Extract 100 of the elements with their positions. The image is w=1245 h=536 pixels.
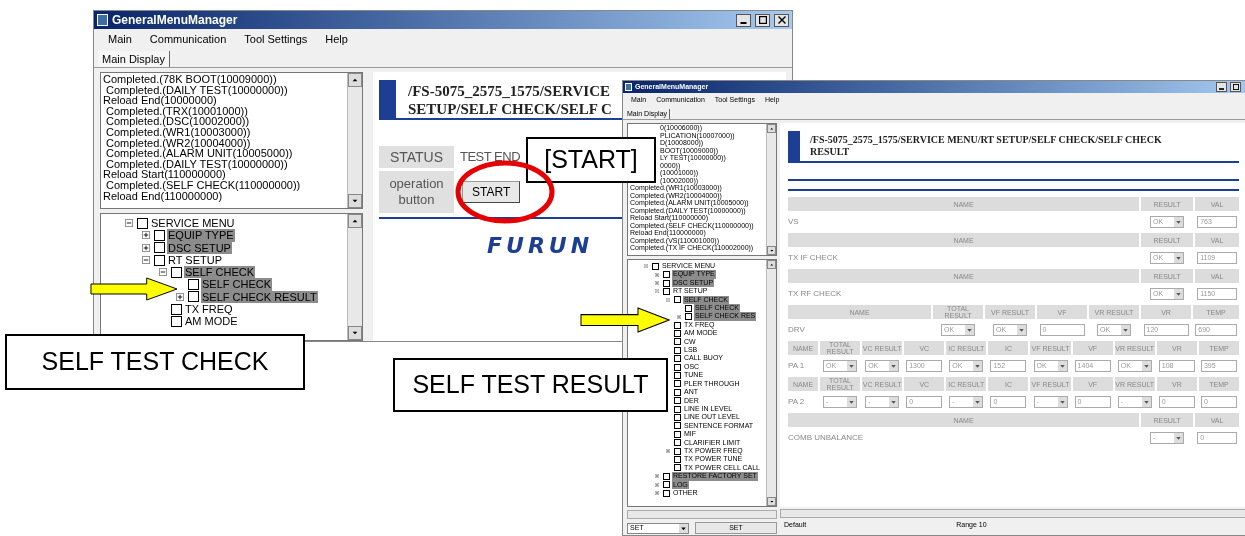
checkbox[interactable] [188,279,199,291]
checkbox[interactable] [663,287,670,295]
checkbox[interactable] [674,372,681,379]
minimize-button[interactable] [1216,82,1227,92]
log-line: Completed.(ALARM UNIT(10005000)) [105,148,293,159]
checkbox[interactable] [663,271,670,279]
minimize-button[interactable] [736,13,751,27]
checkbox[interactable] [663,481,670,489]
menu-item[interactable]: Main [108,31,132,48]
checkbox[interactable] [674,439,681,447]
expand-icon[interactable] [142,231,150,240]
checkbox[interactable] [663,489,670,497]
checkbox[interactable] [154,242,165,254]
expand-icon[interactable] [142,243,150,252]
dropdown-icon [1174,217,1183,227]
menu-item[interactable]: Communication [149,31,227,48]
scrollbar[interactable] [766,124,776,255]
tree-item[interactable]: SELF CHECK [184,266,256,279]
scrollbar[interactable] [347,73,362,208]
checkbox[interactable] [674,414,681,421]
close-button[interactable] [774,13,789,27]
menu-item[interactable]: Help [325,31,348,48]
checkbox[interactable] [685,313,692,321]
scroll-down-button[interactable] [767,246,776,255]
checkbox[interactable] [674,363,681,371]
tree-item[interactable]: SELF CHECK RESULT [201,290,318,304]
callout-label: SELF TEST CHECK [5,334,305,390]
dropdown-icon [1174,433,1183,443]
collapse-icon[interactable] [142,256,150,265]
maximize-button[interactable] [755,13,770,27]
checkbox[interactable] [674,329,681,337]
checkbox[interactable] [674,456,681,464]
tree-item[interactable]: SERVICE MENU [150,217,236,230]
tree-item[interactable]: TX FREQ [184,303,234,316]
scroll-down-button[interactable] [348,326,362,340]
checkbox[interactable] [674,296,681,304]
scroll-down-button[interactable] [767,497,776,506]
row-name: TX IF CHECK [788,252,839,264]
checkbox[interactable] [674,422,681,430]
checkbox[interactable] [674,321,681,329]
checkbox[interactable] [674,380,681,388]
horizontal-scrollbar[interactable] [627,510,777,519]
checkbox[interactable] [171,316,182,327]
checkbox[interactable] [171,303,182,315]
dropdown-icon [1121,325,1130,335]
checkbox[interactable] [137,217,148,229]
expand-icon[interactable] [176,292,184,301]
checkbox[interactable] [674,355,681,363]
collapse-icon[interactable] [159,268,167,277]
log-line: Completed.(DSC(10002000)) [105,116,250,127]
log-line: Completed.(SELF CHECK(110000000)) [105,179,301,191]
checkbox[interactable] [663,279,670,287]
maximize-icon [1232,84,1239,90]
minimize-icon [1219,88,1224,90]
collapse-icon[interactable] [125,219,133,228]
checkbox[interactable] [171,266,182,278]
dropdown-icon [889,397,899,407]
checkbox[interactable] [663,472,670,480]
tree-item[interactable]: SELF CHECK [201,278,273,291]
scroll-down-button[interactable] [348,194,362,208]
row-name: TX RF CHECK [788,288,843,300]
checkbox[interactable] [652,262,659,270]
scroll-up-button[interactable] [348,214,362,228]
start-button[interactable]: START [462,181,521,203]
dropdown-icon [1017,325,1026,335]
log-line: Completed.(WR2(10004000)) [105,137,251,149]
tab[interactable]: Main Display [98,50,170,67]
scroll-up-button[interactable] [767,124,776,133]
tree-item[interactable]: EQUIP TYPE [167,229,235,242]
checkbox[interactable] [674,447,681,455]
scroll-up-button[interactable] [767,260,776,269]
field-label: STATUS [379,146,454,168]
checkbox[interactable] [154,229,165,241]
checkbox[interactable] [685,304,692,312]
dropdown-icon [1057,397,1067,407]
scroll-up-button[interactable] [348,73,362,87]
menu-item[interactable]: Tool Settings [244,31,308,48]
checkbox[interactable] [674,464,681,472]
tree-item[interactable]: RT SETUP [167,253,223,267]
checkbox[interactable] [674,346,681,354]
dropdown-icon [973,397,983,407]
maximize-button[interactable] [1230,82,1241,92]
scrollbar[interactable] [766,260,776,506]
checkbox[interactable] [674,430,681,438]
horizontal-scrollbar[interactable] [780,509,1245,518]
down-arrow-icon [352,198,358,204]
up-arrow-icon [352,218,358,224]
scrollbar[interactable] [347,214,362,340]
row-name: DRV [788,324,806,336]
checkbox[interactable] [674,397,681,405]
log-line: Reload End(10000000) [103,95,217,106]
tree-item[interactable]: AM MODE [184,315,239,328]
checkbox[interactable] [154,254,165,266]
checkbox[interactable] [674,405,681,413]
checkbox[interactable] [674,388,681,396]
checkbox[interactable] [674,338,681,346]
checkbox[interactable] [188,291,199,303]
page-path: /FS-5075_2575_1575/SERVICE MENU/RT SETUP/SELF CHECK/SELF CHECK RESULT [809,133,1163,159]
log-line: Reload End(110000000) [103,190,223,202]
dropdown-icon [889,361,899,371]
